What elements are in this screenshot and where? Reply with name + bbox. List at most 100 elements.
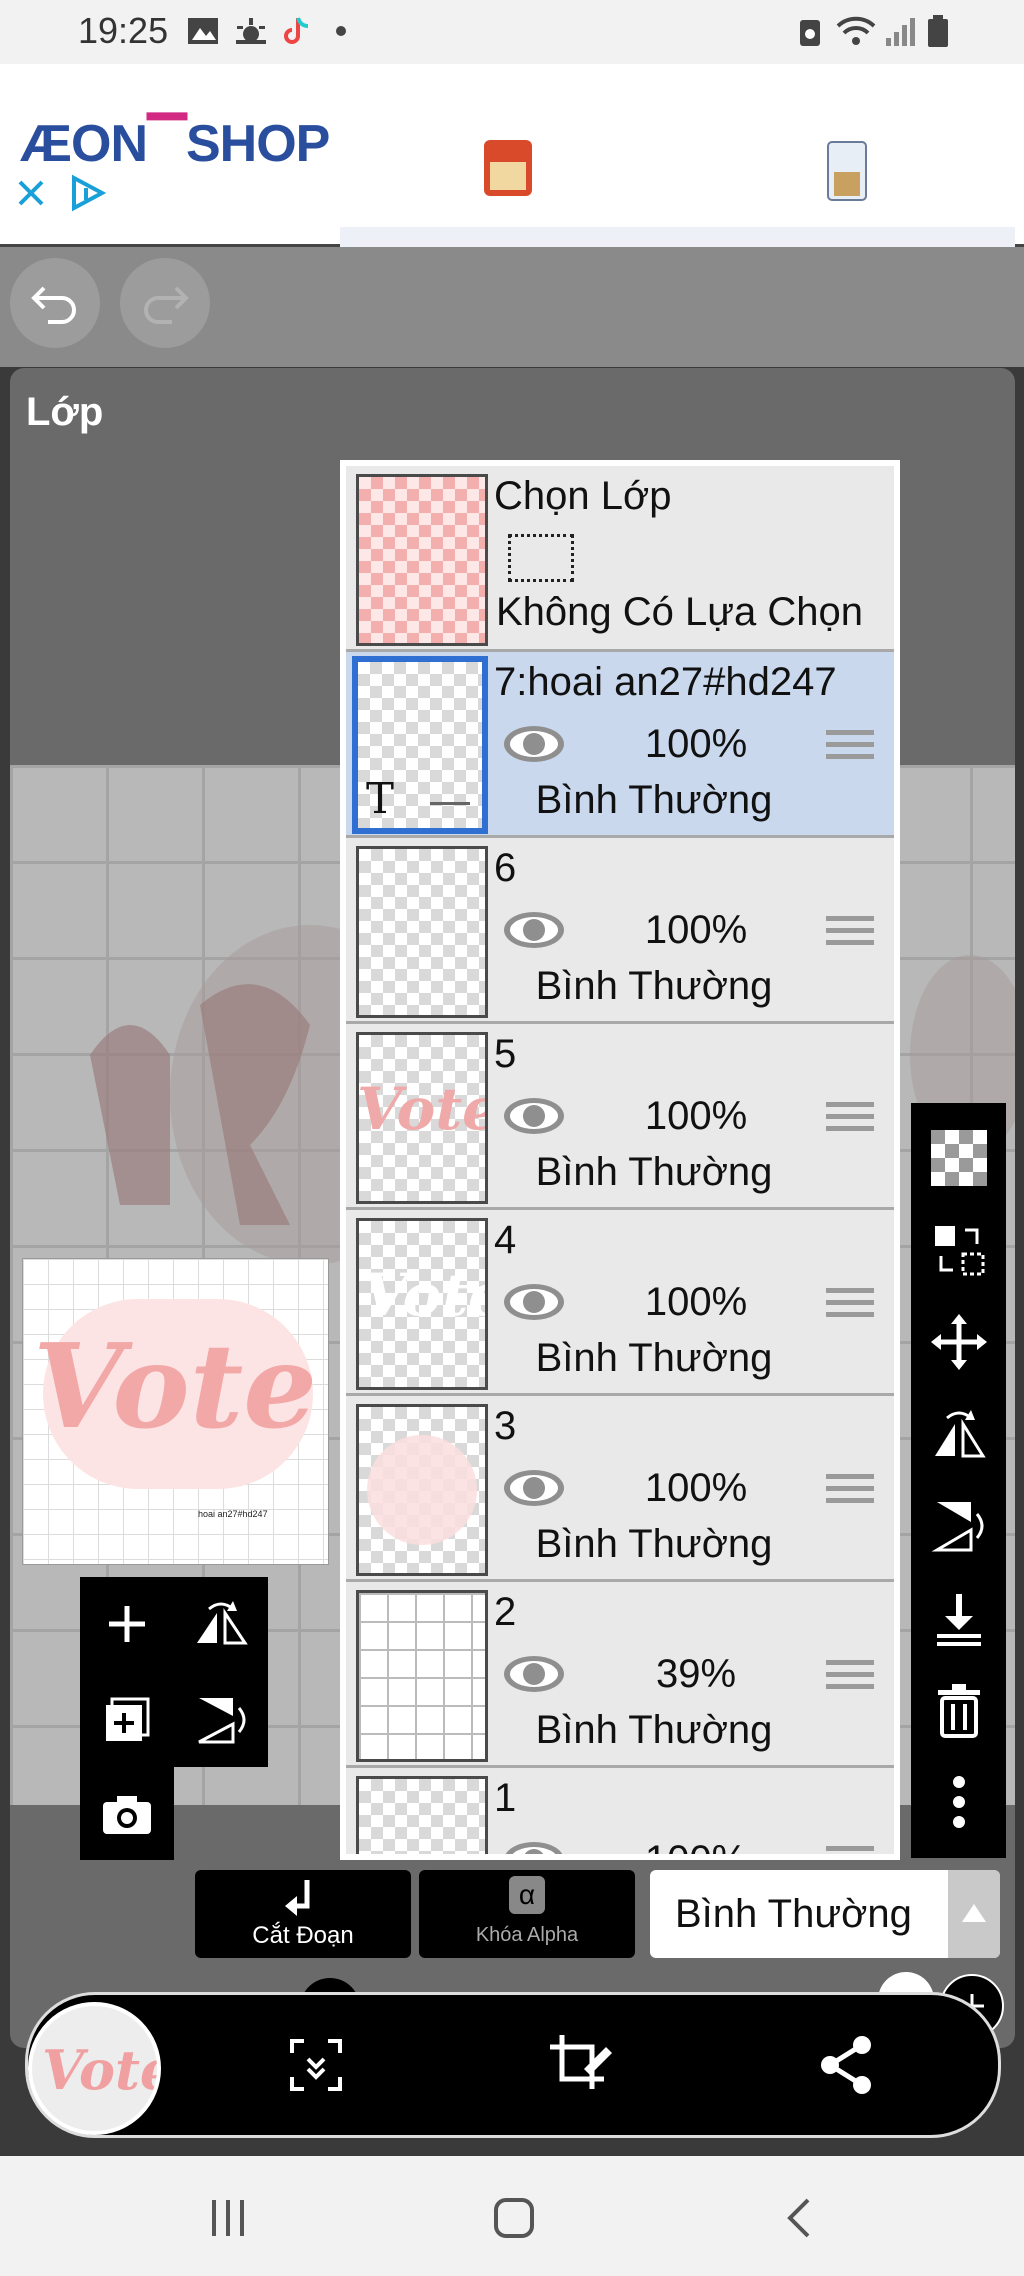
select-fit-button[interactable]	[288, 2037, 344, 2093]
thumbnail-vote-text: Vote	[33, 1319, 318, 1455]
alpha-lock-label: Khóa Alpha	[475, 1924, 579, 1946]
redo-button[interactable]	[120, 258, 210, 348]
camera-button[interactable]	[80, 1767, 174, 1861]
layer-row-4[interactable]: Vote 4 100% Bình Thường	[346, 1210, 894, 1396]
flip-vertical-icon	[930, 1502, 983, 1552]
flip-horizontal-tool-button[interactable]	[911, 1389, 1006, 1479]
layer-name: 7:hoai an27#hd247	[494, 660, 837, 704]
flip-vertical-button[interactable]	[174, 1673, 268, 1767]
move-button[interactable]	[911, 1297, 1006, 1387]
layer-blend-mode: Bình Thường	[535, 1150, 773, 1194]
add-layer-button[interactable]	[80, 1577, 174, 1671]
undo-button[interactable]	[10, 258, 100, 348]
visibility-eye-icon[interactable]	[502, 908, 566, 952]
clipping-button[interactable]: Cắt Đoạn	[195, 1870, 411, 1958]
ad-logo[interactable]: ÆON▔SHOP	[20, 114, 330, 174]
layer-row-5[interactable]: Vote 5 100% Bình Thường	[346, 1024, 894, 1210]
tiktok-icon	[284, 17, 309, 44]
drag-handle-icon[interactable]	[826, 1474, 874, 1504]
flip-horizontal-icon	[934, 1410, 986, 1458]
visibility-eye-icon[interactable]	[502, 1280, 566, 1324]
undo-icon	[31, 286, 76, 324]
layer-opacity[interactable]: 39%	[596, 1652, 796, 1697]
share-icon	[821, 2036, 871, 2094]
layer-name: 3	[494, 1404, 517, 1448]
layer-blend-mode: Bình Thường	[535, 1336, 773, 1380]
back-icon[interactable]	[784, 2196, 814, 2240]
alpha-lock-icon: α	[509, 1876, 545, 1914]
home-icon[interactable]	[492, 2196, 536, 2240]
clipping-label: Cắt Đoạn	[252, 1922, 354, 1949]
layer-thumb-art: Vote	[357, 1075, 488, 1143]
drag-handle-icon[interactable]	[826, 1660, 874, 1690]
visibility-eye-icon[interactable]	[502, 1466, 566, 1510]
camera-icon	[103, 1796, 151, 1834]
recent-apps-icon[interactable]	[208, 2198, 248, 2238]
layer-name: 6	[494, 846, 517, 890]
ad-product-2[interactable]	[680, 134, 1015, 229]
layers-list: Chọn Lớp Không Có Lựa Chọn T 7:hoai an27…	[340, 460, 900, 1860]
text-layer-icon: T	[366, 774, 395, 823]
adchoices-icon[interactable]	[68, 174, 108, 212]
flip-horizontal-button[interactable]	[174, 1577, 268, 1671]
layer-opacity[interactable]: 100%	[596, 1838, 796, 1854]
selection-row[interactable]: Chọn Lớp Không Có Lựa Chọn	[346, 466, 894, 652]
layer-opacity[interactable]: 100%	[596, 1280, 796, 1325]
duplicate-icon	[106, 1697, 150, 1741]
more-options-button[interactable]	[911, 1757, 1006, 1847]
share-button[interactable]	[818, 2035, 874, 2095]
camera-tool-panel	[80, 1767, 174, 1860]
canvas-thumbnail[interactable]: Vote hoai an27#hd247	[22, 1258, 329, 1565]
drag-handle-icon[interactable]	[826, 730, 874, 760]
visibility-eye-icon[interactable]	[502, 722, 566, 766]
right-toolbar	[911, 1103, 1006, 1858]
canvas-preview-avatar[interactable]: Vote	[28, 2002, 161, 2135]
layers-scroll[interactable]: Chọn Lớp Không Có Lựa Chọn T 7:hoai an27…	[346, 466, 894, 1854]
layer-row-3[interactable]: 3 100% Bình Thường	[346, 1396, 894, 1582]
layer-blend-mode: Bình Thường	[535, 1708, 773, 1752]
product-image-snack	[484, 140, 532, 196]
layer-opacity[interactable]: 100%	[596, 1094, 796, 1139]
status-time: 19:25	[78, 10, 169, 51]
trash-icon	[937, 1684, 980, 1738]
alpha-lock-button[interactable]: α Khóa Alpha	[419, 1870, 635, 1958]
layer-name: 5	[494, 1032, 517, 1076]
visibility-eye-icon[interactable]	[502, 1652, 566, 1696]
layer-name: 4	[494, 1218, 517, 1262]
layer-name: 2	[494, 1590, 517, 1634]
drag-handle-icon[interactable]	[826, 1846, 874, 1854]
merge-down-button[interactable]	[911, 1573, 1006, 1663]
layer-row-1[interactable]: 1 100%	[346, 1768, 894, 1854]
layer-opacity[interactable]: 100%	[596, 1466, 796, 1511]
fit-screen-icon	[290, 2039, 342, 2091]
layer-panel-title: Lớp	[26, 390, 104, 434]
redo-icon	[144, 286, 189, 324]
ad-product-1[interactable]	[340, 134, 675, 229]
crop-edit-icon	[550, 2035, 612, 2089]
blend-mode-value: Bình Thường	[675, 1892, 912, 1936]
layer-thumbnail: Vote	[356, 1218, 488, 1390]
layer-row-2[interactable]: 2 39% Bình Thường	[346, 1582, 894, 1768]
layer-row-6[interactable]: 6 100% Bình Thường	[346, 838, 894, 1024]
drag-handle-icon[interactable]	[826, 1102, 874, 1132]
drag-handle-icon[interactable]	[826, 916, 874, 946]
transparent-background-button[interactable]	[911, 1113, 1006, 1203]
add-copy-layer-button[interactable]	[80, 1673, 174, 1767]
merge-down-icon	[936, 1594, 981, 1646]
layer-opacity[interactable]: 100%	[596, 908, 796, 953]
blend-mode-toggle[interactable]	[948, 1870, 1000, 1958]
visibility-eye-icon[interactable]	[502, 1094, 566, 1138]
visibility-eye-icon[interactable]	[502, 1838, 566, 1854]
delete-layer-button[interactable]	[911, 1665, 1006, 1755]
close-ad-icon[interactable]	[14, 176, 48, 210]
more-vertical-icon	[952, 1776, 965, 1828]
layer-opacity[interactable]: 100%	[596, 722, 796, 767]
layer-row-7[interactable]: T 7:hoai an27#hd247 100% Bình Thường	[346, 652, 894, 838]
dot-icon	[336, 26, 346, 36]
bottom-action-bar	[25, 1992, 1001, 2138]
layer-transfer-button[interactable]	[911, 1205, 1006, 1295]
crop-edit-button[interactable]	[548, 2033, 614, 2097]
drag-handle-icon[interactable]	[826, 1288, 874, 1318]
ad-banner[interactable]: ÆON▔SHOP	[0, 64, 1024, 282]
flip-vertical-tool-button[interactable]	[911, 1481, 1006, 1571]
